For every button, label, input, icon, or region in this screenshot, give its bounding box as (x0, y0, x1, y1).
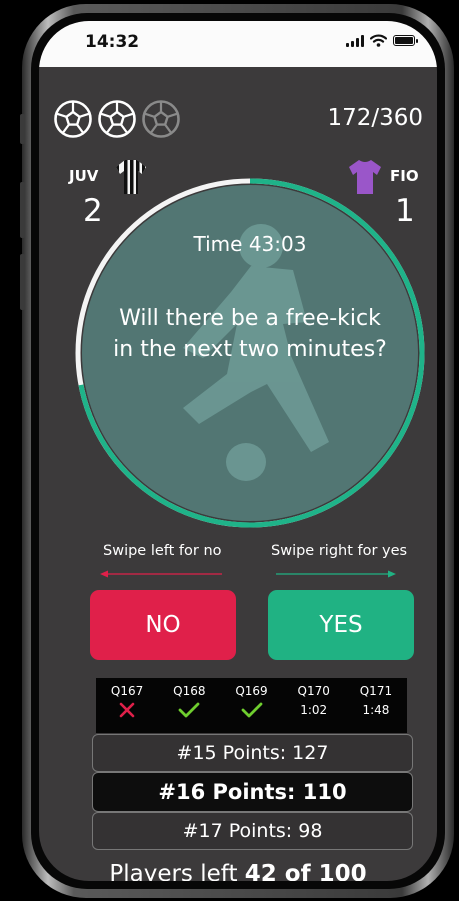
history-item-q169: Q169 (220, 678, 282, 733)
history-question-id: Q167 (110, 684, 144, 698)
soccer-ball-icon (97, 99, 137, 143)
yes-button[interactable]: YES (268, 590, 414, 660)
swipe-right-hint: Swipe right for yes (271, 543, 408, 559)
players-left-label: Players left (109, 861, 238, 881)
phone-frame: 14:32 172/360 JUV 2 FIO 1 Time 43:03 Wil… (20, 4, 454, 898)
check-icon (178, 701, 200, 719)
question-history: Q167 Q168 Q169 Q170 1:02 Q171 1:48 (96, 678, 407, 733)
history-question-id: Q169 (235, 684, 268, 698)
leaderboard-row: #15 Points: 127 (92, 734, 413, 772)
history-question-id: Q170 (297, 684, 330, 698)
players-left: Players left 42 of 100 (39, 861, 437, 881)
soccer-ball-icon (141, 99, 181, 143)
status-icons (346, 34, 418, 47)
mute-switch (20, 114, 25, 144)
leaderboard-row: #17 Points: 98 (92, 812, 413, 850)
swipe-left-hint: Swipe left for no (103, 543, 222, 559)
question-progress: 172/360 (327, 105, 423, 131)
history-countdown: 1:48 (362, 703, 390, 717)
volume-up-button (20, 182, 25, 238)
volume-down-button (20, 254, 25, 310)
history-countdown: 1:02 (300, 703, 328, 717)
bezel: 14:32 172/360 JUV 2 FIO 1 Time 43:03 Wil… (31, 13, 445, 889)
history-question-id: Q171 (359, 684, 393, 698)
leaderboard-row-current: #16 Points: 110 (92, 772, 413, 812)
players-left-count: 42 of 100 (244, 861, 367, 881)
no-button[interactable]: NO (90, 590, 236, 660)
game-screen: 14:32 172/360 JUV 2 FIO 1 Time 43:03 Wil… (39, 21, 437, 881)
cross-icon (119, 701, 135, 719)
lives-indicator (53, 99, 181, 143)
signal-icon (346, 34, 364, 47)
question-time: Time 43:03 (193, 232, 307, 256)
question-text: Will there be a free-kick in the next tw… (113, 306, 387, 362)
wifi-icon (370, 34, 387, 47)
history-item-q168: Q168 (158, 678, 220, 733)
status-bar: 14:32 (39, 21, 437, 67)
check-icon (241, 701, 263, 719)
history-item-q171: Q171 1:48 (345, 678, 407, 733)
arrow-right-icon (276, 570, 396, 578)
battery-icon (393, 35, 418, 46)
history-question-id: Q168 (173, 684, 206, 698)
history-item-q167: Q167 (96, 678, 158, 733)
soccer-ball-icon (53, 99, 93, 143)
history-item-q170: Q170 1:02 (283, 678, 345, 733)
arrow-left-icon (100, 570, 222, 578)
status-time: 14:32 (85, 32, 140, 52)
